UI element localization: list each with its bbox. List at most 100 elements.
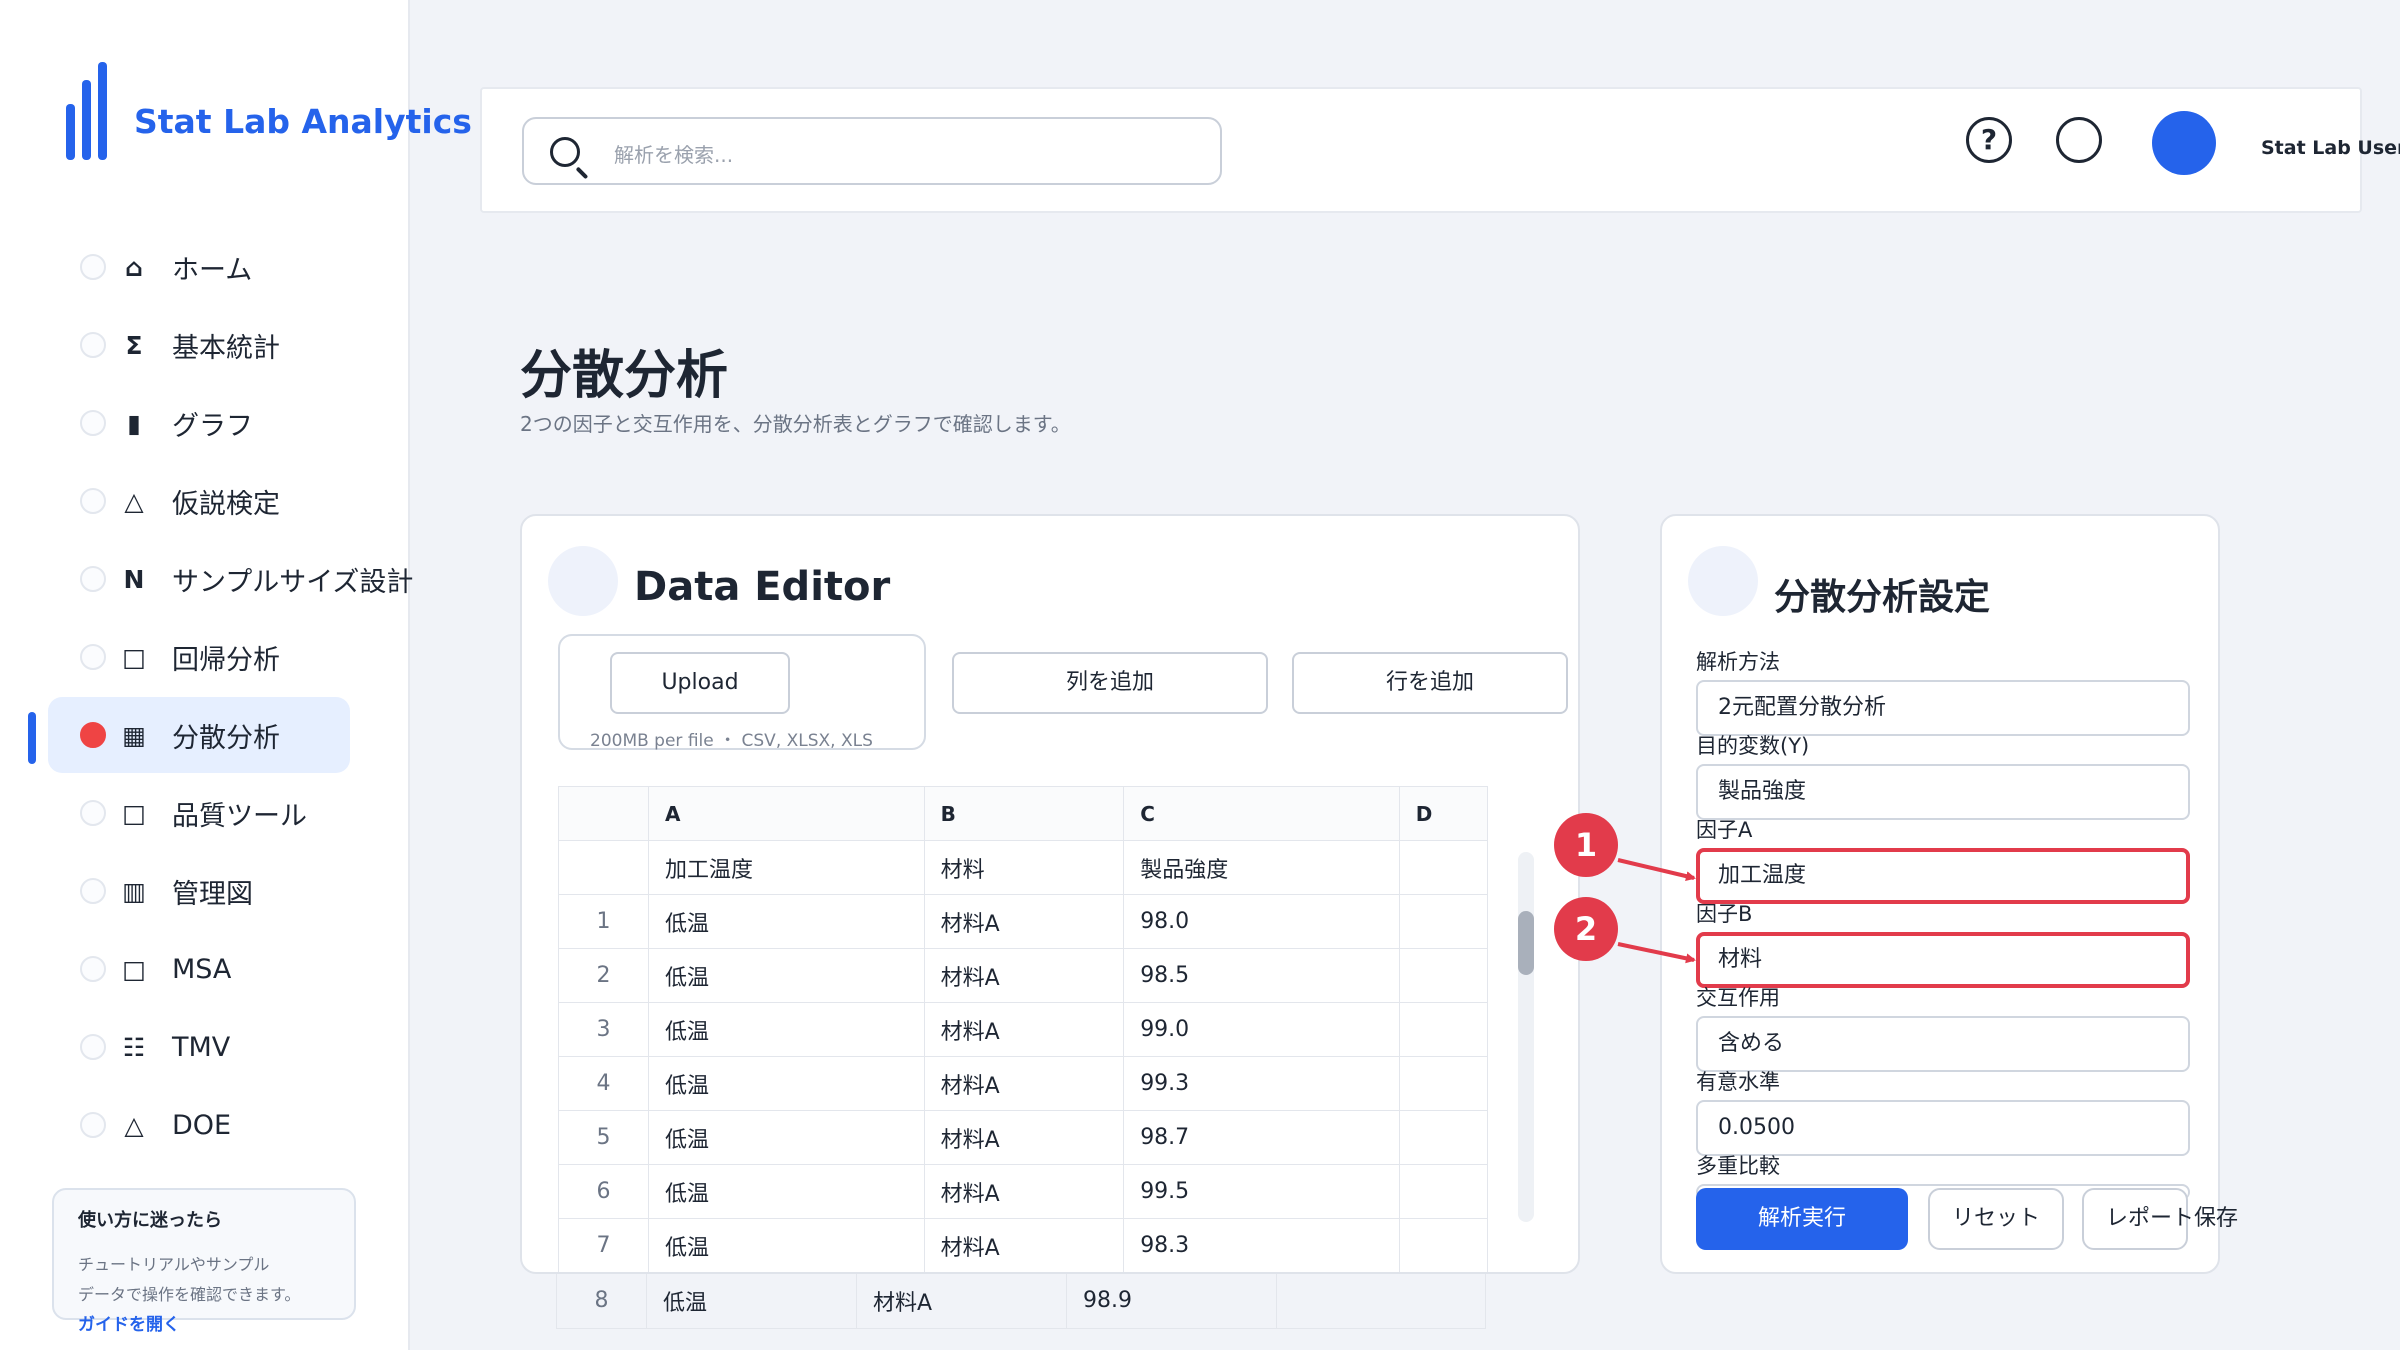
sidebar-item-home[interactable]: ⌂ ホーム <box>0 228 410 306</box>
table-row: 6 低温 材料A 99.5 <box>558 1164 1489 1219</box>
nav-radio <box>80 332 106 358</box>
sidebar-item-sample-size[interactable]: N サンプルサイズ設計 <box>0 540 413 618</box>
column-header[interactable]: C <box>1123 786 1400 841</box>
avatar[interactable] <box>2152 111 2216 175</box>
multiple-comparison-label: 多重比較 <box>1696 1154 1780 1178</box>
data-editor-title: Data Editor <box>634 564 891 610</box>
guide-link[interactable]: ガイドを開く <box>78 1310 180 1335</box>
sidebar-item-label: 管理図 <box>172 878 253 910</box>
header-bar: 解析を検索... ? Stat Lab User <box>480 87 2400 213</box>
sidebar-item-graph[interactable]: ▮ グラフ <box>0 384 410 462</box>
table-cell[interactable]: 材料A <box>924 894 1125 949</box>
sidebar-item-anova[interactable]: ▦ 分散分析 <box>0 696 410 774</box>
sidebar-item-tmv[interactable]: ☷ TMV <box>0 1008 410 1086</box>
table-cell[interactable]: 低温 <box>648 1218 925 1272</box>
sidebar-item-basic-stats[interactable]: Σ 基本統計 <box>0 306 410 384</box>
table-row: 8 低温 材料A 98.9 <box>556 1274 1486 1329</box>
interaction-select[interactable]: 含める <box>1696 1016 2190 1072</box>
run-analysis-button[interactable]: 解析実行 <box>1696 1188 1908 1250</box>
table-cell[interactable]: 材料A <box>924 948 1125 1003</box>
table-cell[interactable]: 98.9 <box>1066 1274 1277 1329</box>
reset-button[interactable]: リセット <box>1928 1188 2064 1250</box>
table-cell[interactable]: 99.5 <box>1123 1164 1400 1219</box>
table-cell[interactable]: 99.3 <box>1123 1056 1400 1111</box>
data-editor-card: Data Editor Upload 200MB per file ・ CSV,… <box>520 514 1580 1274</box>
user-name[interactable]: Stat Lab User <box>2261 137 2400 159</box>
table-cell[interactable]: 98.5 <box>1123 948 1400 1003</box>
table-cell[interactable]: 製品強度 <box>1123 840 1400 895</box>
sidebar-item-regression[interactable]: □ 回帰分析 <box>0 618 410 696</box>
table-cell[interactable] <box>1399 1164 1489 1219</box>
table-cell[interactable]: 低温 <box>648 1002 925 1057</box>
table-cell[interactable]: 材料A <box>924 1218 1125 1272</box>
add-column-button[interactable]: 列を追加 <box>952 652 1268 714</box>
table-cell[interactable]: 98.7 <box>1123 1110 1400 1165</box>
search-placeholder: 解析を検索... <box>614 143 734 167</box>
data-grid: A B C D 加工温度 材料 製品強度 1 低温 材料A 98.0 2 低温 … <box>558 786 1489 1272</box>
table-cell[interactable]: 材料A <box>924 1002 1125 1057</box>
table-cell[interactable] <box>1399 948 1489 1003</box>
sidebar-item-control-chart[interactable]: ▥ 管理図 <box>0 852 410 930</box>
response-select[interactable]: 製品強度 <box>1696 764 2190 820</box>
row-number-header <box>558 786 649 841</box>
scrollbar-track[interactable] <box>1518 852 1534 1222</box>
upload-dropzone[interactable]: Upload 200MB per file ・ CSV, XLSX, XLS <box>558 634 926 751</box>
factor-b-label: 因子B <box>1696 902 1753 926</box>
significance-input[interactable]: 0.0500 <box>1696 1100 2190 1156</box>
table-cell[interactable] <box>1399 1110 1489 1165</box>
notification-icon[interactable] <box>2056 117 2102 163</box>
column-header[interactable]: D <box>1399 786 1489 841</box>
table-cell[interactable]: 98.3 <box>1123 1218 1400 1272</box>
list-icon: ☷ <box>122 1032 146 1062</box>
row-number: 5 <box>558 1110 649 1165</box>
save-report-button[interactable]: レポート保存 <box>2082 1188 2238 1250</box>
sidebar-item-doe[interactable]: △ DOE <box>0 1086 410 1164</box>
table-cell[interactable]: 低温 <box>648 894 925 949</box>
table-cell[interactable]: 低温 <box>648 1110 925 1165</box>
table-cell[interactable]: 材料A <box>924 1110 1125 1165</box>
table-cell[interactable]: 98.0 <box>1123 894 1400 949</box>
table-cell[interactable]: 低温 <box>648 1056 925 1111</box>
sidebar-item-label: TMV <box>172 1031 231 1063</box>
nav-radio <box>80 644 106 670</box>
method-select[interactable]: 2元配置分散分析 <box>1696 680 2190 736</box>
factor-b-select[interactable]: 材料 <box>1696 932 2190 988</box>
page-title: 分散分析 <box>520 346 729 406</box>
nav-radio <box>80 488 106 514</box>
column-header[interactable]: B <box>924 786 1125 841</box>
table-cell[interactable]: 低温 <box>648 948 925 1003</box>
scrollbar-thumb[interactable] <box>1518 911 1534 975</box>
sidebar-item-msa[interactable]: □ MSA <box>0 930 410 1008</box>
table-cell[interactable]: 加工温度 <box>648 840 925 895</box>
table-cell[interactable]: 材料A <box>924 1164 1125 1219</box>
table-cell[interactable] <box>1399 840 1489 895</box>
card-icon <box>1688 546 1758 616</box>
table-cell[interactable]: 材料A <box>924 1056 1125 1111</box>
sidebar-item-label: DOE <box>172 1109 232 1141</box>
table-cell[interactable]: 99.0 <box>1123 1002 1400 1057</box>
sidebar-nav: ⌂ ホーム Σ 基本統計 ▮ グラフ △ 仮説検定 N サンプルサイズ設計 □ … <box>0 228 413 1164</box>
table-cell[interactable]: 材料 <box>924 840 1125 895</box>
home-icon: ⌂ <box>125 252 143 282</box>
columns-icon: ▥ <box>122 876 146 906</box>
factor-a-select[interactable]: 加工温度 <box>1696 848 2190 904</box>
table-cell[interactable] <box>1399 1056 1489 1111</box>
table-cell[interactable] <box>1399 894 1489 949</box>
table-cell[interactable] <box>1399 1002 1489 1057</box>
table-cell[interactable] <box>1399 1218 1489 1272</box>
sidebar-item-hypothesis-test[interactable]: △ 仮説検定 <box>0 462 410 540</box>
row-number: 3 <box>558 1002 649 1057</box>
sidebar-item-quality-tools[interactable]: □ 品質ツール <box>0 774 410 852</box>
table-cell[interactable] <box>1276 1274 1486 1329</box>
upload-button[interactable]: Upload <box>610 652 790 714</box>
table-cell[interactable]: 材料A <box>856 1274 1067 1329</box>
help-icon[interactable]: ? <box>1966 117 2012 163</box>
column-header[interactable]: A <box>648 786 925 841</box>
sidebar-item-label: 回帰分析 <box>172 644 280 676</box>
search-input[interactable]: 解析を検索... <box>522 117 1222 185</box>
add-row-button[interactable]: 行を追加 <box>1292 652 1568 714</box>
sidebar-item-label: ホーム <box>172 254 253 286</box>
table-cell[interactable]: 低温 <box>648 1164 925 1219</box>
interaction-label: 交互作用 <box>1696 986 1780 1010</box>
table-cell[interactable]: 低温 <box>646 1274 857 1329</box>
